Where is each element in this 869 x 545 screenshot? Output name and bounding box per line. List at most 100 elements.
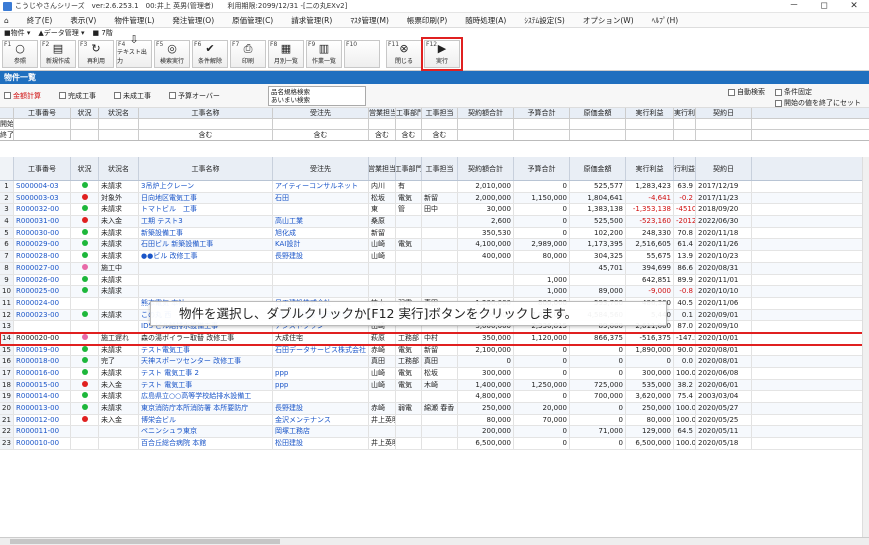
table-row[interactable]: 15 R000019-00 未請求 テスト電気工事 石田データサービス株式会社 赤崎 電気新… [0, 344, 869, 357]
column-header[interactable]: 原価金額 [570, 157, 626, 180]
table-row[interactable]: 17 R000016-00 未請求 テスト 電気工事 2 ppp 山崎 電気 松坂 300,00… [0, 368, 869, 380]
menu-item[interactable]: 原価管理(C) [223, 15, 282, 26]
menu-item[interactable]: ｼｽﾃﾑ設定(S) [515, 15, 574, 26]
filter-contains-select[interactable]: 含む [369, 130, 396, 140]
fkey-f7-button[interactable]: F7 ⎙ 印刷 [230, 40, 266, 68]
column-header[interactable]: 予算合計 [514, 157, 570, 180]
checkbox-amount-calc[interactable]: 金額計算 [4, 91, 41, 101]
minimize-button[interactable]: － [779, 0, 809, 12]
column-header[interactable]: 工事番号 [14, 157, 71, 180]
fkey-f1-button[interactable]: F1 ○ 参照 [2, 40, 38, 68]
table-row[interactable]: 22 R000011-00 ペニンシュラ東京 岡塚工務店 200,000 0 71,000 1… [0, 426, 869, 439]
close-button[interactable]: ✕ [839, 0, 869, 12]
filter-start-input[interactable] [71, 119, 99, 129]
menu-item[interactable]: 請求管理(R) [282, 15, 341, 26]
scroll-thumb[interactable] [10, 539, 280, 544]
table-row[interactable]: 16 R000018-00 完了 天神スポーツセンター 改修工事 真田 工務部 真田 0 0 0 0… [0, 356, 869, 368]
maximize-button[interactable]: ◻ [809, 0, 839, 12]
table-row[interactable]: 10 R000025-00 未請求 1,000 89,000 -9,000 -0.8 2020… [0, 286, 869, 298]
fkey-f9-button[interactable]: F9 ▥ 作業一覧 [306, 40, 342, 68]
fkey-f2-button[interactable]: F2 ▤ 新規作成 [40, 40, 76, 68]
filter-start-input[interactable] [514, 119, 570, 129]
filter-start-input[interactable] [369, 119, 396, 129]
column-header[interactable]: 実行利益率 [674, 157, 696, 180]
filter-end-input[interactable] [14, 130, 71, 140]
column-header[interactable]: 工事名称 [139, 157, 273, 180]
menu-item[interactable]: 終了(E) [18, 15, 62, 26]
table-row[interactable]: 6 R000029-00 未請求 石田ビル 新築設備工事 KAI設計 山崎 電気 4,100,… [0, 239, 869, 252]
table-row[interactable]: 8 R000027-00 施工中 45,701 394,699 86.6 2020/08/3… [0, 262, 869, 275]
fkey-f3-button[interactable]: F3 ↻ 再利用 [78, 40, 114, 68]
toolbar-tab[interactable]: ■物件 ▾ [4, 28, 30, 38]
filter-end-input[interactable] [458, 130, 514, 140]
column-header[interactable]: 実行利益 [626, 157, 674, 180]
toolbar-tab[interactable]: ■ 7階 [92, 28, 112, 38]
fkey-f6-button[interactable]: F6 ✔ 条件解除 [192, 40, 228, 68]
filter-contains-select[interactable]: 含む [273, 130, 369, 140]
filter-start-input[interactable] [422, 119, 458, 129]
fkey-f10-button[interactable]: F10 [344, 40, 380, 68]
table-row[interactable]: 20 R000013-00 未請求 東京消防庁本所消防署 本所要防庁 長野建設 赤崎 弱電綿… [0, 403, 869, 415]
table-row[interactable]: 21R000012-00未入金博栄会ビル金沢メンテナンス井上英明80,00070… [0, 414, 869, 427]
filter-end-input[interactable] [674, 130, 696, 140]
table-row[interactable]: 1 S000004-03 未請求 3吊炉上クレーン アイティーコンサルネット 内川有 2,0… [0, 181, 869, 193]
menu-item[interactable]: 帳票印刷(P) [398, 15, 456, 26]
menu-item[interactable]: 表示(V) [61, 15, 105, 26]
column-header[interactable]: 受注先 [273, 157, 369, 180]
column-header[interactable]: 契約額合計 [458, 157, 514, 180]
filter-start-input[interactable] [14, 119, 71, 129]
horizontal-scrollbar[interactable] [0, 537, 869, 545]
table-row[interactable]: 14 R000020-00 施工遅れ 森の湯ボイラー取替 改修工事 大成住宅 萩原 工務部中… [0, 331, 869, 346]
fkey-f4-button[interactable]: F4 ⇩ テキスト出力 [116, 34, 152, 68]
filter-start-input[interactable] [626, 119, 674, 129]
menu-item[interactable]: 随時処理(A) [456, 15, 515, 26]
filter-end-input[interactable] [570, 130, 626, 140]
menu-item[interactable]: オプション(W) [574, 15, 643, 26]
table-row[interactable]: 2 S000003-03 対象外 日向地区電気工事 石田 松坂 電気 新留 2,000,000 1… [0, 192, 869, 205]
menu-item[interactable]: 発注管理(O) [163, 15, 223, 26]
filter-start-input[interactable] [674, 119, 696, 129]
filter-start-input[interactable] [99, 119, 139, 129]
table-row[interactable]: 9 R000026-00 未請求 1,000 642,851 89.9 2020/11/01 [0, 274, 869, 287]
column-header[interactable] [0, 157, 14, 180]
filter-end-input[interactable] [626, 130, 674, 140]
table-row[interactable]: 3 R000032-00 未請求 トマトビル 工事 東管田中 30,000 0 1,383,1… [0, 204, 869, 217]
column-header[interactable]: 状況名 [99, 157, 139, 180]
filter-start-input[interactable] [139, 119, 273, 129]
checkbox-copy-start[interactable]: 開始の値を終了にセット [775, 98, 861, 108]
table-row[interactable]: 4 R000031-00 未入金 工期 テスト3 高山工業 桑原 2,600 0 525,500… [0, 216, 869, 228]
fkey-f8-button[interactable]: F8 ▦ 月別一覧 [268, 40, 304, 68]
checkbox-completed[interactable]: 完成工事 [59, 91, 96, 101]
toolbar-tab[interactable]: ▲データ管理 ▾ [38, 28, 84, 38]
checkbox-incomplete[interactable]: 未成工事 [114, 91, 151, 101]
filter-start-input[interactable] [570, 119, 626, 129]
table-row[interactable]: 19 R000014-00 未請求 広島県立○○高等学校給排水設備工 4,800,000… [0, 391, 869, 404]
filter-start-input[interactable] [458, 119, 514, 129]
checkbox-auto-search[interactable]: 自動検索 [728, 87, 765, 97]
item-search-box[interactable]: 品名規格検索 あいまい検索 [267, 85, 366, 106]
column-header[interactable]: 工事担当 [422, 157, 458, 180]
filter-start-input[interactable] [273, 119, 369, 129]
checkbox-over-budget[interactable]: 予算オーバー [169, 91, 220, 101]
fkey-f12-button[interactable]: F12 ▶ 実行 [421, 37, 463, 71]
table-row[interactable]: 18 R000015-00 未入金 テスト 電気工事 ppp 山崎 電気 木崎 1,400,00… [0, 379, 869, 392]
filter-contains-select[interactable]: 含む [396, 130, 422, 140]
filter-end-input[interactable] [71, 130, 99, 140]
table-row[interactable]: 5 R000030-00 未請求 新築設備工事 旭化成 新留 350,530 0 102,200… [0, 227, 869, 240]
filter-end-input[interactable] [99, 130, 139, 140]
filter-end-input[interactable] [514, 130, 570, 140]
filter-start-input[interactable] [696, 119, 752, 129]
column-header[interactable]: 工事部門 [396, 157, 422, 180]
filter-contains-select[interactable]: 含む [422, 130, 458, 140]
filter-start-input[interactable] [396, 119, 422, 129]
menu-item[interactable]: ﾏｽﾀ管理(M) [341, 15, 398, 26]
checkbox-fix-conditions[interactable]: 条件固定 [775, 87, 861, 97]
fkey-f11-button[interactable]: F11 ⊗ 閉じる [386, 40, 422, 68]
fkey-f5-button[interactable]: F5 ◎ 検索実行 [154, 40, 190, 68]
filter-contains-select[interactable]: 含む [139, 130, 273, 140]
column-header[interactable]: 状況 [71, 157, 99, 180]
table-row[interactable]: 7 R000028-00 未請求 ●●ビル 改修工事 長野建設 山崎 400,000 80,0… [0, 251, 869, 263]
column-header[interactable]: 契約日 [696, 157, 752, 180]
vertical-scrollbar[interactable] [862, 157, 869, 537]
menu-item[interactable]: ﾍﾙﾌﾟ(H) [643, 15, 688, 26]
